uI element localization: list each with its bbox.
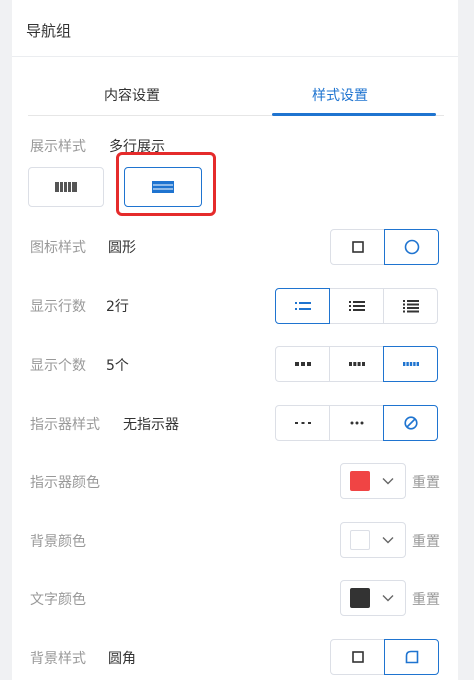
bg-color-swatch bbox=[350, 530, 370, 550]
text-color-picker[interactable] bbox=[340, 580, 406, 616]
icon-style-value: 圆形 bbox=[108, 240, 136, 256]
icon-style-selector bbox=[330, 229, 439, 265]
three-rows-icon bbox=[348, 301, 365, 311]
dash-indicator-icon bbox=[294, 422, 311, 424]
indicator-color-swatch bbox=[350, 471, 370, 491]
panel-title: 导航组 bbox=[26, 22, 72, 40]
indicator-style-selector bbox=[275, 405, 438, 441]
indicator-style-value: 无指示器 bbox=[123, 417, 179, 433]
four-rows-icon bbox=[402, 300, 419, 313]
row-count-label: 显示行数 bbox=[30, 299, 86, 315]
three-dots-bar-icon bbox=[294, 362, 311, 366]
tab-content-settings[interactable]: 内容设置 bbox=[28, 76, 236, 116]
square-icon bbox=[351, 241, 364, 253]
row-count-value: 2行 bbox=[106, 299, 129, 315]
dot-indicator-option[interactable] bbox=[329, 405, 384, 441]
round-corner-icon bbox=[405, 650, 418, 664]
tab-style-settings[interactable]: 样式设置 bbox=[236, 76, 444, 116]
round-corner-option[interactable] bbox=[384, 639, 439, 675]
three-rows-option[interactable] bbox=[329, 288, 384, 324]
highlight-annotation bbox=[116, 152, 216, 216]
five-items-option[interactable] bbox=[383, 346, 438, 382]
five-dots-bar-icon bbox=[402, 362, 419, 366]
chevron-down-icon bbox=[382, 595, 394, 602]
indicator-color-reset[interactable]: 重置 bbox=[412, 472, 440, 492]
four-dots-bar-icon bbox=[348, 362, 365, 366]
icon-style-label: 图标样式 bbox=[30, 240, 86, 256]
title-divider bbox=[12, 56, 458, 57]
two-rows-icon bbox=[294, 302, 311, 310]
circle-icon bbox=[404, 239, 419, 255]
icon-square-option[interactable] bbox=[330, 229, 385, 265]
square-corner-icon bbox=[351, 651, 364, 663]
bg-style-selector bbox=[330, 639, 439, 675]
text-color-label: 文字颜色 bbox=[30, 592, 86, 608]
icon-circle-option[interactable] bbox=[384, 229, 439, 265]
single-row-icon bbox=[55, 182, 77, 192]
single-row-style-button[interactable] bbox=[28, 167, 104, 207]
text-color-swatch bbox=[350, 588, 370, 608]
no-indicator-icon bbox=[403, 416, 418, 430]
no-indicator-option[interactable] bbox=[383, 405, 438, 441]
three-items-option[interactable] bbox=[275, 346, 330, 382]
indicator-style-label: 指示器样式 bbox=[30, 417, 100, 433]
chevron-down-icon bbox=[382, 478, 394, 485]
dot-indicator-icon bbox=[350, 421, 363, 425]
row-count-selector bbox=[275, 288, 438, 324]
dash-indicator-option[interactable] bbox=[275, 405, 330, 441]
scroll-gutter bbox=[458, 0, 474, 680]
square-corner-option[interactable] bbox=[330, 639, 385, 675]
bg-color-label: 背景颜色 bbox=[30, 534, 86, 550]
item-count-value: 5个 bbox=[106, 358, 129, 374]
two-rows-option[interactable] bbox=[275, 288, 330, 324]
text-color-reset[interactable]: 重置 bbox=[412, 589, 440, 609]
active-tab-indicator bbox=[272, 113, 436, 116]
settings-tabs: 内容设置 样式设置 bbox=[28, 76, 444, 116]
four-items-option[interactable] bbox=[329, 346, 384, 382]
chevron-down-icon bbox=[382, 537, 394, 544]
bg-color-reset[interactable]: 重置 bbox=[412, 531, 440, 551]
bg-style-value: 圆角 bbox=[108, 651, 136, 667]
item-count-selector bbox=[275, 346, 438, 382]
indicator-color-label: 指示器颜色 bbox=[30, 475, 100, 491]
indicator-color-picker[interactable] bbox=[340, 463, 406, 499]
four-rows-option[interactable] bbox=[383, 288, 438, 324]
bg-color-picker[interactable] bbox=[340, 522, 406, 558]
display-style-label: 展示样式 bbox=[30, 139, 86, 155]
bg-style-label: 背景样式 bbox=[30, 651, 86, 667]
item-count-label: 显示个数 bbox=[30, 358, 86, 374]
